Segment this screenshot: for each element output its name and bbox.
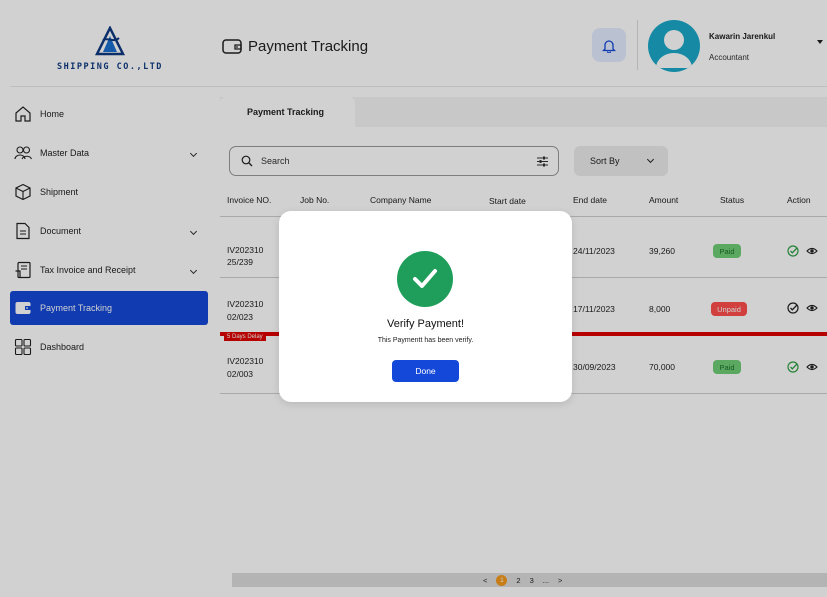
dialog-message: This Paymentt has been verify. xyxy=(377,337,474,344)
verify-payment-dialog: Verify Payment! This Paymentt has been v… xyxy=(279,211,572,402)
dialog-title: Verify Payment! xyxy=(386,318,465,330)
success-badge xyxy=(397,251,453,307)
done-button[interactable]: Done xyxy=(392,360,459,382)
app-window: SHIPPING CO.,LTD Payment Tracking Kawari… xyxy=(0,0,827,597)
check-circle-icon xyxy=(413,269,437,288)
